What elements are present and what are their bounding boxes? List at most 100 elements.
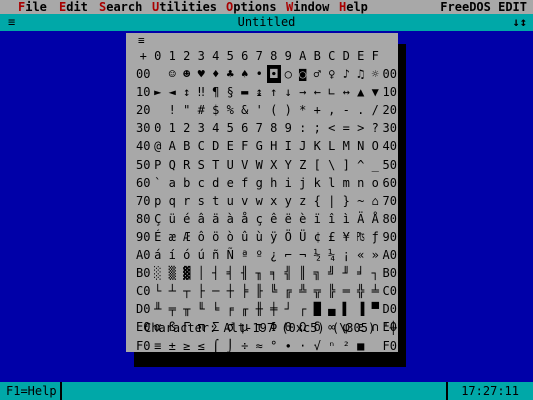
ascii-char-cell[interactable]: ╕ <box>267 264 282 282</box>
ascii-char-cell[interactable]: \ <box>325 156 340 174</box>
ascii-char-cell[interactable]: î <box>325 210 340 228</box>
ascii-char-cell[interactable]: ù <box>252 228 267 246</box>
ascii-char-cell[interactable]: ╒ <box>223 300 238 318</box>
ascii-char-cell[interactable]: ╔ <box>281 282 296 300</box>
ascii-char-cell[interactable]: Æ <box>180 228 195 246</box>
ascii-char-cell[interactable]: ƒ <box>368 228 383 246</box>
ascii-char-cell[interactable]: í <box>165 246 180 264</box>
ascii-char-cell[interactable]: ¬ <box>296 246 311 264</box>
menu-file[interactable]: File <box>18 0 47 14</box>
ascii-char-cell[interactable]: k <box>310 174 325 192</box>
ascii-char-cell[interactable]: # <box>194 101 209 119</box>
ascii-char-cell[interactable]: S <box>194 156 209 174</box>
ascii-char-cell[interactable]: L <box>325 137 340 155</box>
ascii-char-cell[interactable]: ╓ <box>238 300 253 318</box>
ascii-char-cell[interactable]: | <box>325 192 340 210</box>
ascii-char-cell[interactable]: ▒ <box>165 264 180 282</box>
ascii-char-cell[interactable]: ) <box>281 101 296 119</box>
ascii-char-cell[interactable]: s <box>194 192 209 210</box>
ascii-char-cell[interactable]: l <box>325 174 340 192</box>
ascii-char-cell[interactable]: ─ <box>209 282 224 300</box>
ascii-char-cell[interactable]: M <box>339 137 354 155</box>
ascii-char-cell[interactable]: ┴ <box>165 282 180 300</box>
ascii-char-cell[interactable]: D <box>209 137 224 155</box>
ascii-char-cell[interactable]: x <box>267 192 282 210</box>
ascii-char-cell[interactable]: Ç <box>151 210 166 228</box>
ascii-char-cell[interactable]: O <box>368 137 383 155</box>
ascii-char-cell[interactable]: ╪ <box>267 300 282 318</box>
ascii-char-cell[interactable]: é <box>180 210 195 228</box>
ascii-char-cell[interactable]: ' <box>252 101 267 119</box>
ascii-char-cell[interactable]: ╣ <box>281 264 296 282</box>
ascii-char-cell[interactable]: 6 <box>238 119 253 137</box>
ascii-char-cell[interactable]: ╢ <box>238 264 253 282</box>
ascii-char-cell[interactable]: X <box>267 156 282 174</box>
ascii-char-cell[interactable]: └ <box>151 282 166 300</box>
ascii-char-cell[interactable]: U <box>223 156 238 174</box>
ascii-char-cell[interactable]: ▓ <box>180 264 195 282</box>
menu-help[interactable]: Help <box>339 0 368 14</box>
ascii-char-cell[interactable]: ( <box>267 101 282 119</box>
ascii-char-cell[interactable]: ▐ <box>354 300 369 318</box>
ascii-char-cell[interactable]: ] <box>339 156 354 174</box>
ascii-char-cell[interactable]: B <box>180 137 195 155</box>
ascii-char-cell[interactable]: Å <box>368 210 383 228</box>
ascii-char-cell[interactable]: ↑ <box>267 83 282 101</box>
ascii-char-cell[interactable]: N <box>354 137 369 155</box>
ascii-char-cell[interactable]: ↔ <box>339 83 354 101</box>
ascii-char-cell[interactable]: b <box>180 174 195 192</box>
ascii-char-cell[interactable]: ü <box>165 210 180 228</box>
ascii-char-cell[interactable]: z <box>296 192 311 210</box>
ascii-char-cell[interactable]: * <box>296 101 311 119</box>
ascii-char-cell[interactable]: ◙ <box>296 65 311 83</box>
ascii-char-cell[interactable]: I <box>281 137 296 155</box>
ascii-char-cell[interactable]: ♂ <box>310 65 325 83</box>
ascii-char-cell[interactable]: K <box>310 137 325 155</box>
ascii-char-cell[interactable]: ╜ <box>339 264 354 282</box>
ascii-char-cell[interactable]: ╧ <box>368 282 383 300</box>
ascii-char-cell[interactable]: ◄ <box>165 83 180 101</box>
ascii-char-cell[interactable]: ≡ <box>151 337 166 355</box>
ascii-char-cell[interactable]: ä <box>209 210 224 228</box>
ascii-char-cell[interactable]: ÷ <box>238 337 253 355</box>
ascii-char-cell[interactable]: ì <box>339 210 354 228</box>
ascii-char-cell[interactable]: 1 <box>165 119 180 137</box>
ascii-char-cell[interactable]: V <box>238 156 253 174</box>
menu-search[interactable]: Search <box>99 0 142 14</box>
ascii-char-cell[interactable]: ♪ <box>339 65 354 83</box>
ascii-char-cell[interactable]: ! <box>165 101 180 119</box>
ascii-char-cell[interactable]: r <box>180 192 195 210</box>
ascii-char-cell[interactable]: ╨ <box>151 300 166 318</box>
ascii-char-cell[interactable]: & <box>238 101 253 119</box>
ascii-char-cell[interactable]: ÿ <box>267 228 282 246</box>
ascii-char-cell[interactable]: ┼ <box>223 282 238 300</box>
ascii-char-cell[interactable]: w <box>252 192 267 210</box>
ascii-char-cell[interactable]: T <box>209 156 224 174</box>
ascii-char-cell[interactable]: £ <box>325 228 340 246</box>
menu-options[interactable]: Options <box>226 0 277 14</box>
ascii-char-cell[interactable]: ♠ <box>238 65 253 83</box>
ascii-char-cell[interactable]: 8 <box>267 119 282 137</box>
ascii-char-cell[interactable]: q <box>165 192 180 210</box>
ascii-char-cell[interactable]: ○ <box>281 65 296 83</box>
ascii-char-cell[interactable]: ╘ <box>209 300 224 318</box>
ascii-char-cell[interactable]: , <box>325 101 340 119</box>
ascii-char-cell[interactable]: • <box>252 65 267 83</box>
ascii-char-cell[interactable] <box>151 65 166 83</box>
ascii-char-cell[interactable]: á <box>151 246 166 264</box>
ascii-char-cell[interactable]: - <box>339 101 354 119</box>
ascii-char-cell[interactable]: è <box>296 210 311 228</box>
ascii-char-cell[interactable]: o <box>368 174 383 192</box>
ascii-char-cell[interactable]: R <box>180 156 195 174</box>
ascii-char-cell[interactable]: å <box>238 210 253 228</box>
ascii-char-cell[interactable]: ♦ <box>209 65 224 83</box>
ascii-char-cell[interactable]: ┘ <box>281 300 296 318</box>
menu-utilities[interactable]: Utilities <box>152 0 217 14</box>
ascii-char-cell[interactable]: Ñ <box>223 246 238 264</box>
ascii-char-cell[interactable]: $ <box>209 101 224 119</box>
ascii-char-cell[interactable]: ← <box>310 83 325 101</box>
ascii-char-cell[interactable]: ± <box>165 337 180 355</box>
ascii-char-cell[interactable]: Ä <box>354 210 369 228</box>
ascii-char-cell[interactable]: P <box>151 156 166 174</box>
ascii-char-cell[interactable]: ç <box>252 210 267 228</box>
